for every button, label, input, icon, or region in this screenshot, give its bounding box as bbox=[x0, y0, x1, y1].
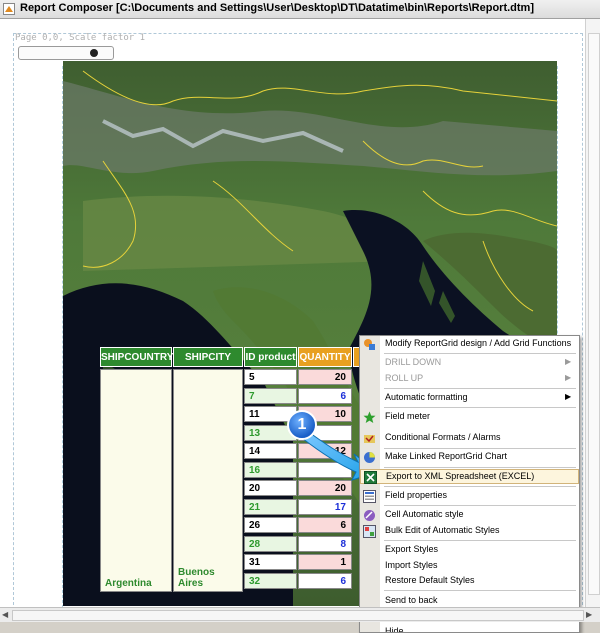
id-product-column: 5 7 11 13 14 16 20 21 26 28 31 32 bbox=[244, 369, 297, 592]
properties-icon bbox=[363, 490, 376, 503]
submenu-arrow-icon: ▶ bbox=[565, 392, 572, 401]
menu-separator bbox=[384, 505, 576, 506]
app-icon bbox=[3, 3, 15, 15]
menu-separator bbox=[384, 590, 576, 591]
menu-item-label: Make Linked ReportGrid Chart bbox=[385, 451, 508, 461]
country-value: Argentina bbox=[105, 578, 152, 589]
menu-separator bbox=[384, 486, 576, 487]
style-icon bbox=[363, 509, 376, 522]
quantity-cell[interactable]: 8 bbox=[298, 536, 352, 552]
horizontal-scrollbar-thumb[interactable] bbox=[12, 610, 584, 621]
menu-item-label: Export Styles bbox=[385, 544, 439, 554]
page-selector[interactable] bbox=[18, 46, 114, 60]
quantity-cell[interactable]: 6 bbox=[298, 517, 352, 533]
chart-icon bbox=[363, 451, 376, 464]
page-info: Page 0,0, Scale factor 1 bbox=[15, 33, 146, 43]
menu-item-label: Import Styles bbox=[385, 560, 438, 570]
column-header-id-product[interactable]: ID product bbox=[244, 347, 297, 367]
menu-item-automatic-formatting[interactable]: Automatic formatting ▶ bbox=[360, 391, 579, 406]
column-header-shipcity[interactable]: SHIPCITY bbox=[173, 347, 243, 367]
id-product-cell[interactable]: 16 bbox=[244, 462, 297, 478]
menu-item-label: DRILL DOWN bbox=[385, 357, 442, 367]
menu-item-label: Cell Automatic style bbox=[385, 509, 464, 519]
excel-icon bbox=[364, 471, 377, 484]
id-product-cell[interactable]: 26 bbox=[244, 517, 297, 533]
menu-item-roll-up: ROLL UP ▶ bbox=[360, 372, 579, 387]
menu-item-export-styles[interactable]: Export Styles bbox=[360, 543, 579, 558]
id-product-cell[interactable]: 32 bbox=[244, 573, 297, 589]
menu-item-hide[interactable]: Hide bbox=[360, 625, 579, 633]
horizontal-scrollbar[interactable]: ◀ ▶ bbox=[0, 607, 600, 622]
window-title: Report Composer [C:\Documents and Settin… bbox=[20, 2, 534, 14]
quantity-cell[interactable]: 1 bbox=[298, 554, 352, 570]
menu-item-label: Field properties bbox=[385, 490, 448, 500]
id-product-cell[interactable]: 5 bbox=[244, 369, 297, 385]
menu-separator bbox=[384, 388, 576, 389]
callout-number-badge: 1 bbox=[287, 410, 317, 440]
id-product-cell[interactable]: 14 bbox=[244, 443, 297, 459]
menu-item-field-properties[interactable]: Field properties bbox=[360, 489, 579, 504]
bulk-style-icon bbox=[363, 525, 376, 538]
scroll-left-icon[interactable]: ◀ bbox=[2, 610, 8, 619]
menu-separator bbox=[384, 467, 576, 468]
menu-item-import-styles[interactable]: Import Styles bbox=[360, 559, 579, 574]
city-value: Buenos Aires bbox=[178, 567, 215, 589]
menu-item-label: Automatic formatting bbox=[385, 392, 468, 402]
alarm-icon bbox=[363, 432, 376, 445]
column-header-shipcountry[interactable]: SHIPCOUNTRY bbox=[100, 347, 173, 367]
star-icon bbox=[363, 411, 376, 424]
menu-separator bbox=[384, 448, 576, 449]
menu-item-bulk-edit-of-automatic-styles[interactable]: Bulk Edit of Automatic Styles bbox=[360, 524, 579, 539]
vertical-scrollbar[interactable] bbox=[585, 19, 600, 607]
quantity-cell[interactable]: 6 bbox=[298, 388, 352, 404]
id-product-cell[interactable]: 20 bbox=[244, 480, 297, 496]
menu-item-label: Hide bbox=[385, 626, 404, 633]
shipcountry-cell[interactable]: Argentina bbox=[100, 369, 172, 592]
menu-item-label: Modify ReportGrid design / Add Grid Func… bbox=[385, 338, 572, 348]
menu-item-label: Export to XML Spreadsheet (EXCEL) bbox=[386, 471, 535, 481]
column-header-quantity[interactable]: QUANTITY bbox=[298, 347, 352, 367]
menu-item-drill-down: DRILL DOWN ▶ bbox=[360, 356, 579, 371]
menu-item-export-to-xml-spreadsheet-excel[interactable]: Export to XML Spreadsheet (EXCEL) bbox=[360, 469, 579, 484]
id-product-cell[interactable]: 21 bbox=[244, 499, 297, 515]
menu-item-conditional-formats-alarms[interactable]: Conditional Formats / Alarms bbox=[360, 431, 579, 446]
submenu-arrow-icon: ▶ bbox=[565, 357, 572, 366]
menu-item-restore-default-styles[interactable]: Restore Default Styles bbox=[360, 574, 579, 589]
quantity-cell[interactable]: 20 bbox=[298, 369, 352, 385]
submenu-arrow-icon: ▶ bbox=[565, 373, 572, 382]
design-icon bbox=[363, 338, 376, 351]
menu-item-label: Bulk Edit of Automatic Styles bbox=[385, 525, 500, 535]
menu-item-modify-reportgrid-design-add-grid-functions[interactable]: Modify ReportGrid design / Add Grid Func… bbox=[360, 337, 579, 352]
menu-separator bbox=[384, 407, 576, 408]
menu-item-label: Field meter bbox=[385, 411, 431, 421]
vertical-scrollbar-thumb[interactable] bbox=[588, 33, 600, 595]
menu-item-label: Conditional Formats / Alarms bbox=[385, 432, 501, 442]
shipcity-cell[interactable]: Buenos Aires bbox=[173, 369, 243, 592]
id-product-cell[interactable]: 28 bbox=[244, 536, 297, 552]
menu-item-make-linked-reportgrid-chart[interactable]: Make Linked ReportGrid Chart bbox=[360, 450, 579, 465]
quantity-cell[interactable]: 17 bbox=[298, 499, 352, 515]
menu-item-cell-automatic-style[interactable]: Cell Automatic style bbox=[360, 508, 579, 523]
title-bar: Report Composer [C:\Documents and Settin… bbox=[0, 0, 600, 19]
context-menu[interactable]: Modify ReportGrid design / Add Grid Func… bbox=[359, 335, 580, 633]
menu-item-label: Send to back bbox=[385, 595, 438, 605]
scroll-right-icon[interactable]: ▶ bbox=[586, 610, 592, 619]
menu-item-field-meter[interactable]: Field meter bbox=[360, 410, 579, 425]
menu-item-label: Restore Default Styles bbox=[385, 575, 475, 585]
menu-item-label: ROLL UP bbox=[385, 373, 424, 383]
menu-separator bbox=[384, 540, 576, 541]
id-product-cell[interactable]: 7 bbox=[244, 388, 297, 404]
id-product-cell[interactable]: 31 bbox=[244, 554, 297, 570]
menu-separator bbox=[384, 353, 576, 354]
page-selector-knob-icon[interactable] bbox=[90, 49, 98, 57]
quantity-cell[interactable]: 6 bbox=[298, 573, 352, 589]
